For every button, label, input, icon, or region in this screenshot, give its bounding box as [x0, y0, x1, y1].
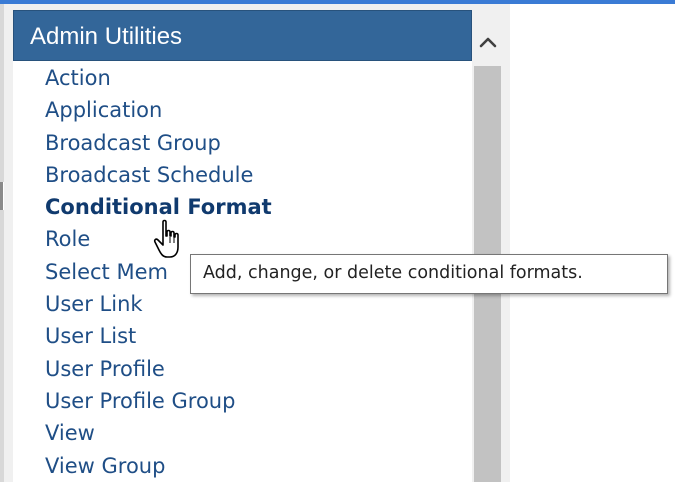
left-frame-handle[interactable] [0, 182, 3, 210]
menu-item-user-list[interactable]: User List [45, 320, 272, 352]
chevron-up-icon [479, 37, 497, 48]
menu-item-view-group[interactable]: View Group [45, 450, 272, 482]
menu-item-user-profile[interactable]: User Profile [45, 353, 272, 385]
scroll-up-button[interactable] [472, 21, 503, 66]
panel-title: Admin Utilities [30, 23, 183, 50]
menu-item-broadcast-schedule[interactable]: Broadcast Schedule [45, 159, 272, 191]
hand-pointer-icon [153, 219, 179, 258]
menu-item-broadcast-group[interactable]: Broadcast Group [45, 127, 272, 159]
panel-header: Admin Utilities [13, 10, 472, 61]
menu-item-user-profile-group[interactable]: User Profile Group [45, 385, 272, 417]
menu-item-application[interactable]: Application [45, 94, 272, 126]
vertical-scrollbar[interactable] [472, 21, 503, 482]
menu-item-action[interactable]: Action [45, 62, 272, 94]
admin-utilities-panel: Admin Utilities Action Application Broad… [13, 10, 472, 482]
tooltip-text: Add, change, or delete conditional forma… [203, 263, 583, 283]
tooltip: Add, change, or delete conditional forma… [190, 254, 668, 294]
menu-item-view[interactable]: View [45, 417, 272, 449]
admin-utilities-screen: Admin Utilities Action Application Broad… [0, 0, 675, 482]
